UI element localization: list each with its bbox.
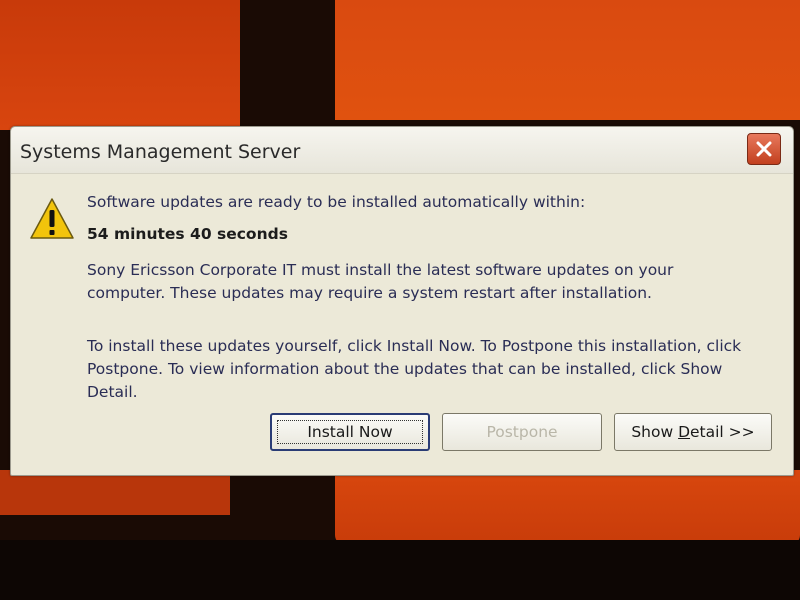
warning-icon: [30, 198, 74, 239]
title-bar[interactable]: Systems Management Server: [11, 127, 793, 174]
install-now-button[interactable]: Install Now: [270, 413, 430, 451]
desktop-panel: [0, 470, 230, 515]
window-title: Systems Management Server: [20, 141, 301, 163]
update-message: Software updates are ready to be install…: [87, 193, 586, 211]
postpone-label: Postpone: [486, 423, 558, 441]
desktop-shadow: [0, 540, 800, 600]
sms-dialog: Systems Management Server Software updat…: [10, 126, 794, 476]
postpone-button[interactable]: Postpone: [442, 413, 602, 451]
show-detail-accesskey: D: [678, 423, 691, 441]
show-detail-prefix: Show: [631, 423, 679, 441]
desktop-panel: [335, 470, 800, 545]
show-detail-button[interactable]: Show Detail >>: [614, 413, 772, 451]
focus-rectangle: [277, 420, 423, 444]
desktop-panel: [0, 0, 240, 130]
countdown-timer: 54 minutes 40 seconds: [87, 225, 288, 243]
close-icon: [756, 141, 772, 157]
corporate-notice: Sony Ericsson Corporate IT must install …: [87, 261, 674, 302]
show-detail-label: Show Detail >>: [631, 423, 754, 441]
close-button[interactable]: [747, 133, 781, 165]
instructions-text: To install these updates yourself, click…: [87, 337, 742, 401]
show-detail-suffix: etail >>: [690, 423, 755, 441]
desktop-panel: [335, 0, 800, 120]
